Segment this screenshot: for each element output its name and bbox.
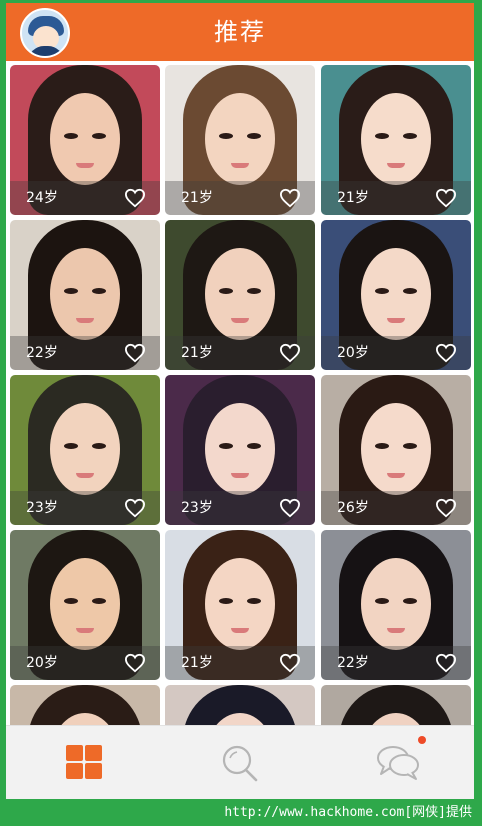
profile-age: 21岁 [181,655,213,671]
tab-messages[interactable] [318,726,474,799]
profile-age: 21岁 [337,190,369,206]
heart-outline-icon[interactable] [279,653,301,673]
card-info-strip: 20岁 [321,336,471,370]
search-icon [222,745,258,782]
profile-photo [165,685,315,725]
profile-card[interactable]: 21岁 [165,530,315,680]
profile-card[interactable]: 22岁 [321,530,471,680]
profile-card[interactable]: 21岁 [321,65,471,215]
profile-card[interactable]: 20岁 [321,220,471,370]
heart-outline-icon[interactable] [124,498,146,518]
chat-bubbles-icon [377,746,419,780]
page-title: 推荐 [214,18,266,46]
watermark-footer: http://www.hackhome.com[网侠]提供 [0,799,482,826]
profile-card[interactable]: 20岁 [10,530,160,680]
profile-age: 24岁 [26,190,58,206]
heart-outline-icon[interactable] [279,188,301,208]
app-header: 推荐 [6,3,474,61]
app-screen: 推荐 24岁 21岁 21岁 22岁 21岁 20岁 23岁 23岁 26岁 20岁 21岁 22岁 [6,3,474,799]
profile-age: 20岁 [337,345,369,361]
profile-card[interactable]: 24岁 [10,65,160,215]
profile-card[interactable]: 21岁 [165,65,315,215]
grid-icon [66,745,102,779]
profile-card[interactable]: 21岁 [165,220,315,370]
card-info-strip: 20岁 [10,646,160,680]
card-info-strip: 26岁 [321,491,471,525]
profile-age: 23岁 [181,500,213,516]
profile-card[interactable]: 23岁 [10,375,160,525]
profile-card[interactable]: 26岁 [321,375,471,525]
heart-outline-icon[interactable] [435,343,457,363]
profile-age: 26岁 [337,500,369,516]
profile-age: 21岁 [181,345,213,361]
card-info-strip: 22岁 [321,646,471,680]
card-info-strip: 21岁 [321,181,471,215]
profile-card[interactable]: 22岁 [10,220,160,370]
tab-recommend[interactable] [6,726,162,799]
heart-outline-icon[interactable] [435,653,457,673]
heart-outline-icon[interactable] [124,343,146,363]
card-info-strip: 21岁 [165,336,315,370]
heart-outline-icon[interactable] [279,498,301,518]
profile-age: 22岁 [26,345,58,361]
profile-photo [321,685,471,725]
profile-grid: 24岁 21岁 21岁 22岁 21岁 20岁 23岁 23岁 26岁 20岁 21岁 22岁 [6,61,474,725]
heart-outline-icon[interactable] [124,188,146,208]
card-info-strip: 21岁 [165,181,315,215]
profile-card[interactable] [165,685,315,725]
profile-age: 21岁 [181,190,213,206]
heart-outline-icon[interactable] [435,188,457,208]
card-info-strip: 21岁 [165,646,315,680]
profile-card[interactable] [10,685,160,725]
bottom-tab-bar [6,725,474,799]
profile-age: 20岁 [26,655,58,671]
heart-outline-icon[interactable] [435,498,457,518]
card-info-strip: 22岁 [10,336,160,370]
new-message-badge [418,736,426,744]
profile-age: 22岁 [337,655,369,671]
card-info-strip: 23岁 [165,491,315,525]
card-info-strip: 23岁 [10,491,160,525]
profile-photo [10,685,160,725]
tab-search[interactable] [162,726,318,799]
profile-age: 23岁 [26,500,58,516]
heart-outline-icon[interactable] [124,653,146,673]
profile-card[interactable] [321,685,471,725]
profile-card[interactable]: 23岁 [165,375,315,525]
card-info-strip: 24岁 [10,181,160,215]
heart-outline-icon[interactable] [279,343,301,363]
